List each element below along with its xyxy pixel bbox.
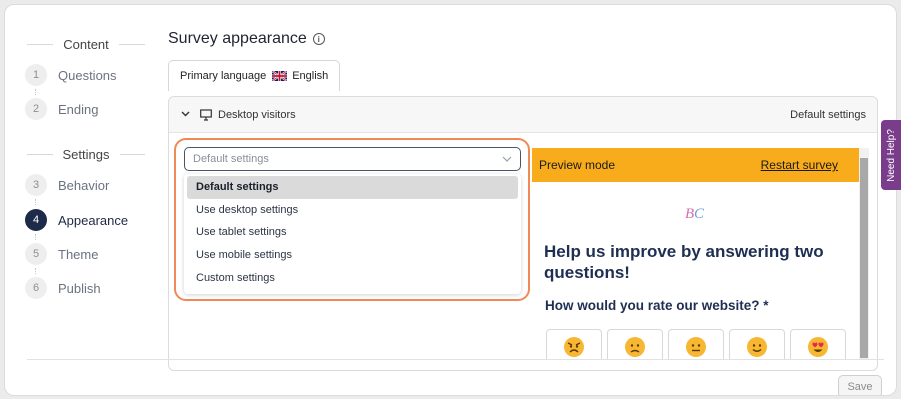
device-label: Desktop visitors xyxy=(218,108,296,121)
rating-faces xyxy=(546,329,846,359)
angry-face-icon xyxy=(564,337,584,357)
step-label: Ending xyxy=(58,101,99,117)
preview-bar: Preview mode Restart survey xyxy=(532,148,859,182)
preview-mode-label: Preview mode xyxy=(539,158,616,172)
step-label: Theme xyxy=(58,246,99,262)
rating-option-1[interactable] xyxy=(546,329,602,359)
svg-text:B: B xyxy=(685,206,694,222)
step-label: Publish xyxy=(58,280,101,296)
settings-label: Default settings xyxy=(790,108,866,121)
rating-option-2[interactable] xyxy=(607,329,663,359)
option-tablet-settings[interactable]: Use tablet settings xyxy=(187,221,518,244)
footer-divider xyxy=(27,359,884,360)
save-button[interactable]: Save xyxy=(838,375,882,395)
preview-scrollbar[interactable] xyxy=(859,148,869,359)
chevron-down-icon xyxy=(502,151,512,165)
device-settings-dropdown: Default settings Default settings Use de… xyxy=(174,138,530,301)
uk-flag-icon xyxy=(272,71,288,81)
step-number: 6 xyxy=(25,277,47,299)
step-number: 4 xyxy=(25,209,47,231)
option-custom-settings[interactable]: Custom settings xyxy=(187,266,518,289)
app-frame: Content 1 Questions 2 Ending Settings 3 … xyxy=(4,4,897,396)
step-label: Behavior xyxy=(58,177,110,193)
step-number: 1 xyxy=(25,64,47,86)
restart-survey-link[interactable]: Restart survey xyxy=(761,158,838,172)
page-title: Survey appearance i xyxy=(168,30,325,48)
step-number: 3 xyxy=(25,174,47,196)
need-help-tab[interactable]: Need Help? xyxy=(881,120,901,190)
option-desktop-settings[interactable]: Use desktop settings xyxy=(187,199,518,222)
heart-eyes-face-icon xyxy=(808,337,828,357)
sidebar-step-theme[interactable]: 5 Theme xyxy=(25,243,98,265)
section-title-content: Content xyxy=(27,37,146,52)
smiling-face-icon xyxy=(747,337,767,357)
rating-option-3[interactable] xyxy=(668,329,724,359)
settings-select[interactable]: Default settings xyxy=(184,147,521,171)
panel-header[interactable]: Desktop visitors Default settings xyxy=(169,97,877,133)
survey-intro-question: Help us improve by answering two questio… xyxy=(544,242,824,282)
brand-logo: B C xyxy=(685,206,705,222)
step-number: 2 xyxy=(25,98,47,120)
sidebar-step-appearance[interactable]: 4 Appearance xyxy=(25,209,128,231)
option-default-settings[interactable]: Default settings xyxy=(187,176,518,199)
select-value: Default settings xyxy=(193,153,269,165)
section-title-settings: Settings xyxy=(27,147,146,162)
rating-question: How would you rate our website? * xyxy=(545,298,769,313)
dropdown-menu: Default settings Use desktop settings Us… xyxy=(184,174,521,294)
tab-primary-language[interactable]: Primary language English xyxy=(168,60,341,91)
survey-preview: Preview mode Restart survey B C Help us … xyxy=(532,148,859,359)
step-label: Appearance xyxy=(58,212,129,228)
monitor-icon xyxy=(200,108,212,121)
option-mobile-settings[interactable]: Use mobile settings xyxy=(187,244,518,267)
rating-option-4[interactable] xyxy=(729,329,785,359)
sad-face-icon xyxy=(625,337,645,357)
sidebar-step-questions[interactable]: 1 Questions xyxy=(25,64,117,86)
neutral-face-icon xyxy=(686,337,706,357)
scrollbar-thumb[interactable] xyxy=(860,158,868,358)
rating-option-5[interactable] xyxy=(790,329,846,359)
chevron-down-icon[interactable] xyxy=(181,109,190,120)
info-icon[interactable]: i xyxy=(312,33,325,45)
sidebar-step-ending[interactable]: 2 Ending xyxy=(25,98,98,120)
step-label: Questions xyxy=(58,67,117,83)
svg-text:C: C xyxy=(694,206,705,222)
step-number: 5 xyxy=(25,243,47,265)
sidebar-step-publish[interactable]: 6 Publish xyxy=(25,277,101,299)
sidebar-step-behavior[interactable]: 3 Behavior xyxy=(25,174,109,196)
